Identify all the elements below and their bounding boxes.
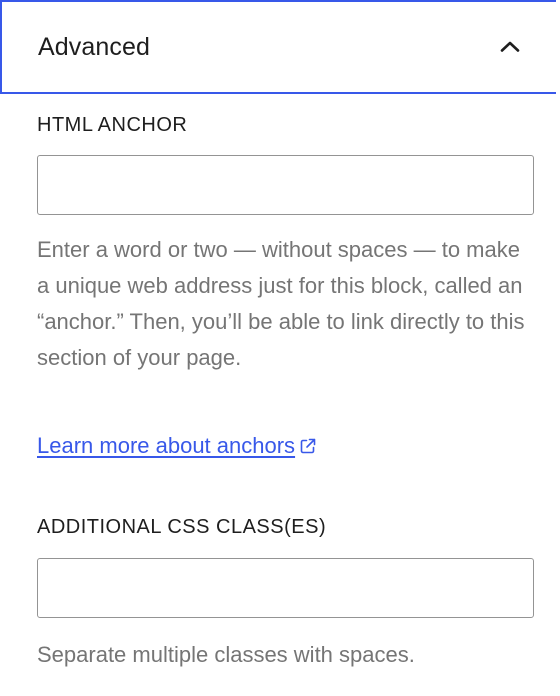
css-classes-help-text: Separate multiple classes with spaces. [37,642,415,667]
css-classes-label: ADDITIONAL CSS CLASS(ES) [37,516,327,538]
html-anchor-help-text: Enter a word or two — without spaces — t… [37,237,525,370]
advanced-panel: Advanced HTML ANCHOR Enter a word or two… [0,0,560,696]
html-anchor-label: HTML ANCHOR [37,114,188,136]
advanced-panel-toggle[interactable]: Advanced [0,0,556,94]
learn-more-link-label: Learn more about anchors [37,433,296,458]
chevron-up-icon[interactable] [498,35,522,59]
external-link-icon [300,438,316,454]
html-anchor-input[interactable] [37,155,534,215]
css-classes-input[interactable] [37,558,534,618]
panel-title: Advanced [38,32,150,61]
learn-more-anchors-link[interactable]: Learn more about anchors [37,430,318,462]
